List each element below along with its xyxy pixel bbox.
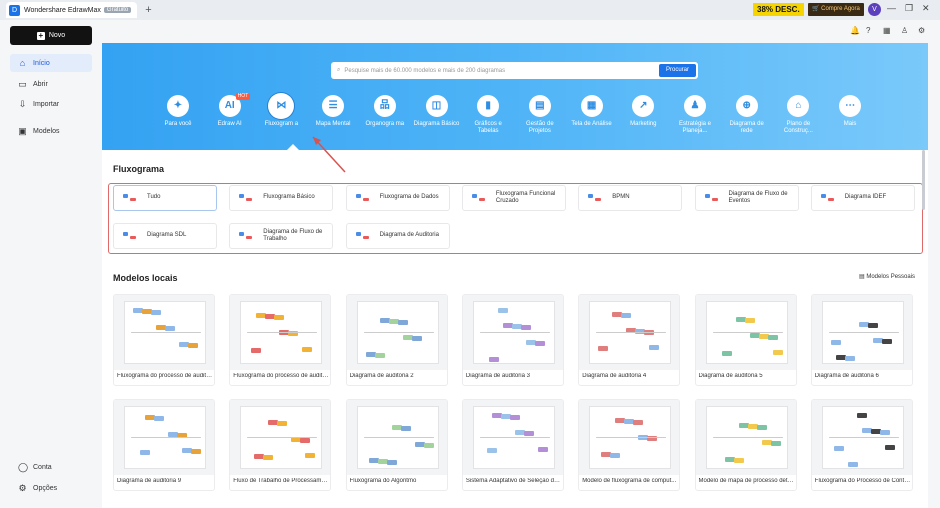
annotation-arrow bbox=[312, 136, 346, 173]
scrollbar[interactable] bbox=[922, 150, 925, 210]
